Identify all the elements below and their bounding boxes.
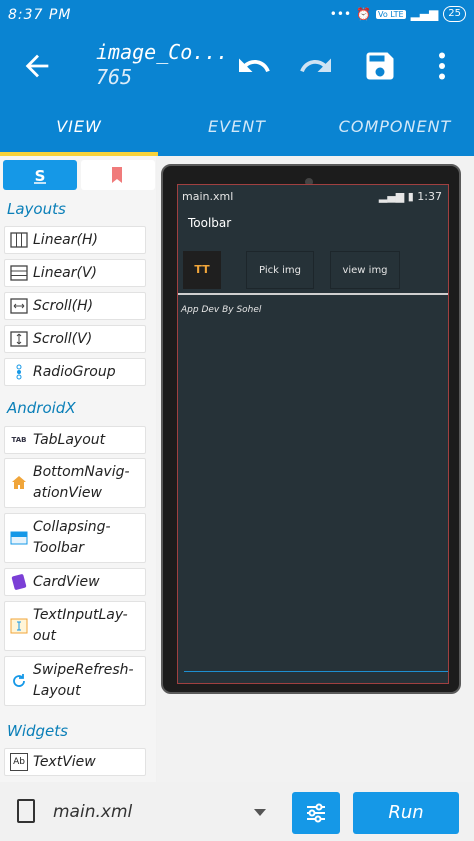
chevron-down-icon[interactable] [254, 809, 266, 816]
more-vert-icon[interactable] [424, 48, 460, 84]
preview-toolbar-title: Toolbar [188, 216, 232, 230]
radio-group-icon [16, 364, 22, 380]
widget-palette: S Layouts Linear(H) Linear(V) Scroll(H) … [0, 156, 156, 782]
palette-item-linear-v[interactable]: Linear(V) [4, 259, 146, 287]
palette-item-scroll-h[interactable]: Scroll(H) [4, 292, 146, 320]
palette-item-swiperefreshlayout[interactable]: SwipeRefresh- Layout [4, 656, 146, 706]
preview-bottom-line [184, 671, 448, 672]
palette-item-label: Linear(H) [33, 231, 98, 248]
project-name: image_Co... [96, 40, 229, 64]
palette-item-scroll-v[interactable]: Scroll(V) [4, 325, 146, 353]
scroll-vertical-icon [10, 331, 28, 347]
palette-item-label: Scroll(H) [33, 297, 94, 314]
back-arrow-icon[interactable] [20, 49, 54, 83]
widgets-s-icon: S [34, 167, 46, 184]
preview-pick-img-button[interactable]: Pick img [246, 251, 314, 289]
preview-file-name: main.xml [182, 190, 234, 203]
card-view-icon [11, 574, 27, 590]
palette-tab-bookmarks[interactable] [81, 160, 155, 190]
dots-icon: ••• [329, 7, 352, 21]
palette-item-textinputlayout[interactable]: TextInputLay- out [4, 601, 146, 651]
palette-item-label: RadioGroup [33, 363, 116, 380]
project-id: 765 [96, 65, 133, 89]
design-preview: main.xml ▂▄▆ ▮ 1:37 Toolbar TT Pick img … [157, 160, 474, 782]
alarm-icon: ⏰ [356, 7, 371, 21]
preview-linear-row[interactable]: TT Pick img view img [178, 245, 448, 295]
refresh-icon [13, 674, 25, 687]
palette-item-label: Collapsing- Toolbar [33, 519, 111, 556]
tune-icon [307, 803, 325, 823]
palette-item-linear-h[interactable]: Linear(H) [4, 226, 146, 254]
palette-tabs: S [0, 156, 156, 192]
preview-status-bar: main.xml ▂▄▆ ▮ 1:37 [178, 185, 448, 207]
palette-item-label: TextView [33, 753, 96, 770]
run-button[interactable]: Run [353, 792, 459, 834]
app-bar: image_Co... 765 [0, 34, 474, 102]
palette-item-label: BottomNavig- ationView [33, 464, 130, 501]
section-layouts: Layouts [7, 200, 66, 218]
tab-layout-icon: TAB [11, 436, 27, 444]
palette-item-label: SwipeRefresh- Layout [33, 662, 134, 699]
signal-icon: ▂▄▆ [410, 7, 439, 21]
undo-icon[interactable] [236, 48, 272, 84]
phone-frame: main.xml ▂▄▆ ▮ 1:37 Toolbar TT Pick img … [161, 164, 461, 694]
preview-time: ▂▄▆ ▮ 1:37 [378, 190, 442, 203]
section-widgets: Widgets [7, 722, 68, 740]
text-view-icon: Ab [10, 753, 28, 771]
palette-item-label: TabLayout [33, 431, 106, 448]
tab-component[interactable]: COMPONENT [316, 102, 474, 156]
preview-imageview[interactable]: TT [183, 251, 221, 289]
preview-view-img-button[interactable]: view img [330, 251, 400, 289]
tab-event[interactable]: EVENT [158, 102, 316, 156]
home-icon [12, 476, 26, 489]
scroll-horizontal-icon [10, 298, 28, 314]
preview-toolbar[interactable]: Toolbar [178, 207, 448, 243]
project-title: image_Co... 765 [96, 40, 228, 90]
preview-textview[interactable]: App Dev By Sohel [181, 305, 261, 315]
linear-vertical-icon [10, 265, 28, 281]
palette-item-collapsing-toolbar[interactable]: Collapsing- Toolbar [4, 513, 146, 563]
palette-item-label: Scroll(V) [33, 330, 93, 347]
palette-item-label: TextInputLay- out [33, 607, 128, 644]
palette-item-bottomnavigationview[interactable]: BottomNavig- ationView [4, 458, 146, 508]
redo-icon[interactable] [298, 48, 334, 84]
volte-icon: Vo LTE [375, 9, 406, 19]
palette-tab-widgets[interactable]: S [3, 160, 77, 190]
bottom-bar: main.xml Run [0, 782, 474, 841]
palette-item-label: CardView [33, 573, 100, 590]
phone-screen[interactable]: main.xml ▂▄▆ ▮ 1:37 Toolbar TT Pick img … [177, 184, 449, 684]
battery-icon: 25 [443, 6, 466, 22]
file-selector[interactable]: main.xml [53, 802, 132, 822]
text-input-icon [10, 618, 28, 634]
status-bar: 8:37 PM ••• ⏰ Vo LTE ▂▄▆ 25 [0, 0, 474, 34]
properties-button[interactable] [292, 792, 340, 834]
status-icons: ••• ⏰ Vo LTE ▂▄▆ 25 [330, 6, 466, 22]
tab-view[interactable]: VIEW [0, 102, 158, 156]
section-androidx: AndroidX [7, 399, 76, 417]
status-time: 8:37 PM [8, 7, 72, 23]
palette-item-tablayout[interactable]: TAB TabLayout [4, 426, 146, 454]
linear-horizontal-icon [10, 232, 28, 248]
tab-bar: VIEW EVENT COMPONENT [0, 102, 474, 156]
bookmark-icon [112, 167, 122, 183]
svg-text:S: S [35, 167, 46, 184]
palette-item-textview[interactable]: Ab TextView [4, 748, 146, 776]
palette-item-label: Linear(V) [33, 264, 98, 281]
palette-item-radiogroup[interactable]: RadioGroup [4, 358, 146, 386]
save-icon[interactable] [362, 48, 398, 84]
collapsing-toolbar-icon [10, 531, 28, 545]
file-icon [17, 799, 35, 823]
palette-item-cardview[interactable]: CardView [4, 568, 146, 596]
